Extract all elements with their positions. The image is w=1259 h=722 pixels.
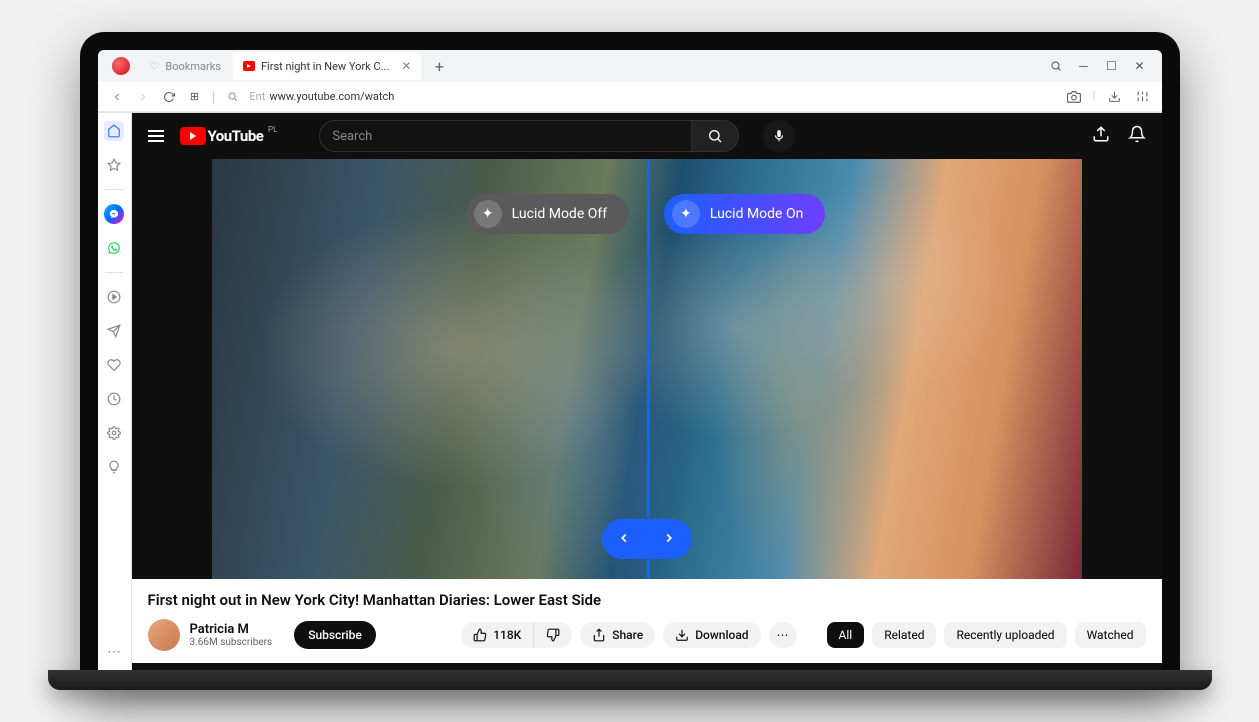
sidebar-whatsapp-icon[interactable]: [104, 238, 124, 258]
chip-related[interactable]: Related: [872, 622, 936, 648]
opera-logo-icon[interactable]: [112, 57, 130, 75]
youtube-region: PL: [268, 125, 277, 134]
chevron-left-icon: [617, 530, 631, 549]
comparison-slider[interactable]: [602, 519, 692, 559]
channel-name: Patricia M: [190, 622, 273, 637]
video-thumbnail: ✦ Lucid Mode Off ✦ Lucid Mode On: [212, 159, 1082, 579]
chip-recent[interactable]: Recently uploaded: [944, 622, 1066, 648]
sidebar-send-icon[interactable]: [104, 321, 124, 341]
video-title: First night out in New York City! Manhat…: [148, 591, 1146, 609]
speed-dial-icon[interactable]: ⊞: [186, 88, 204, 106]
close-tab-icon[interactable]: ✕: [401, 59, 411, 73]
video-actions: 118K Share: [461, 622, 796, 648]
video-player[interactable]: ✦ Lucid Mode Off ✦ Lucid Mode On: [132, 159, 1162, 579]
laptop-frame: ♡ Bookmarks First night in New York C...…: [80, 32, 1180, 690]
download-label: Download: [695, 628, 748, 642]
sidebar-more-icon[interactable]: ⋯: [104, 642, 124, 662]
like-dislike-group: 118K: [461, 622, 572, 648]
more-actions-button[interactable]: ⋯: [769, 622, 797, 648]
youtube-header: YouTube PL Search: [132, 113, 1162, 159]
sidebar-separator: [105, 189, 123, 190]
search-button[interactable]: [691, 120, 739, 152]
sidebar-heart-icon[interactable]: [104, 355, 124, 375]
youtube-page: YouTube PL Search: [132, 113, 1162, 670]
voice-search-button[interactable]: [763, 120, 795, 152]
chip-all[interactable]: All: [827, 622, 865, 648]
easy-setup-icon[interactable]: [1134, 88, 1152, 106]
sparkle-icon: ✦: [474, 200, 502, 228]
filter-chips: All Related Recently uploaded Watched: [827, 622, 1146, 648]
download-button[interactable]: Download: [663, 622, 760, 648]
like-button[interactable]: 118K: [461, 622, 534, 648]
lucid-off-label: Lucid Mode Off: [512, 206, 607, 222]
upload-icon[interactable]: [1092, 125, 1110, 147]
sidebar-history-icon[interactable]: [104, 389, 124, 409]
window-controls: ─ ☐ ✕: [1044, 54, 1156, 78]
channel-info[interactable]: Patricia M 3.66M subscribers: [148, 619, 273, 651]
comparison-divider: [647, 159, 650, 579]
new-tab-button[interactable]: +: [427, 57, 451, 76]
content-area: ⋯ YouTube PL Search: [98, 113, 1162, 670]
youtube-favicon-icon: [243, 61, 255, 71]
video-meta-row: Patricia M 3.66M subscribers Subscribe 1…: [148, 619, 1146, 651]
share-label: Share: [612, 628, 643, 642]
youtube-search: Search: [319, 120, 739, 152]
tabs-row: ♡ Bookmarks First night in New York C...…: [98, 50, 1162, 82]
youtube-logo[interactable]: YouTube PL: [180, 127, 264, 145]
chevron-right-icon: [662, 530, 676, 549]
forward-button[interactable]: [134, 88, 152, 106]
close-window-button[interactable]: ✕: [1128, 54, 1152, 78]
hamburger-icon[interactable]: [148, 130, 164, 142]
dislike-button[interactable]: [534, 622, 572, 648]
url-text: www.youtube.com/watch: [269, 90, 394, 103]
sidebar-messenger-icon[interactable]: [104, 204, 124, 224]
download-browser-icon[interactable]: [1106, 88, 1124, 106]
lucid-on-pill: ✦ Lucid Mode On: [664, 194, 825, 234]
channel-avatar: [148, 619, 180, 651]
lucid-on-label: Lucid Mode On: [710, 206, 803, 222]
tab-title: First night in New York C...: [261, 60, 389, 73]
sidebar-home-icon[interactable]: [104, 121, 124, 141]
video-section: ✦ Lucid Mode Off ✦ Lucid Mode On: [132, 159, 1162, 670]
search-input[interactable]: Search: [319, 120, 691, 152]
opera-sidebar: ⋯: [98, 113, 132, 670]
sparkle-icon: ✦: [672, 200, 700, 228]
search-browser-icon[interactable]: [1044, 54, 1068, 78]
sidebar-star-icon[interactable]: [104, 155, 124, 175]
browser-chrome: ♡ Bookmarks First night in New York C...…: [98, 50, 1162, 113]
notifications-icon[interactable]: [1128, 125, 1146, 147]
camera-icon[interactable]: [1065, 88, 1083, 106]
bookmarks-tab[interactable]: ♡ Bookmarks: [138, 52, 233, 80]
bookmarks-label: Bookmarks: [165, 60, 221, 73]
like-count: 118K: [493, 628, 521, 642]
address-bar-row: ⊞ | Ent www.youtube.com/watch |: [98, 82, 1162, 112]
search-url-icon[interactable]: [223, 88, 241, 106]
subscriber-count: 3.66M subscribers: [190, 637, 273, 648]
lucid-off-pill: ✦ Lucid Mode Off: [466, 194, 629, 234]
sidebar-separator: [105, 272, 123, 273]
youtube-play-icon: [180, 127, 206, 145]
reload-button[interactable]: [160, 88, 178, 106]
video-info-section: First night out in New York City! Manhat…: [132, 579, 1162, 663]
chip-watched[interactable]: Watched: [1075, 622, 1146, 648]
subscribe-button[interactable]: Subscribe: [294, 621, 376, 649]
back-button[interactable]: [108, 88, 126, 106]
sidebar-bulb-icon[interactable]: [104, 457, 124, 477]
screen: ♡ Bookmarks First night in New York C...…: [98, 50, 1162, 670]
share-button[interactable]: Share: [580, 622, 655, 648]
youtube-logo-text: YouTube: [208, 127, 264, 145]
sidebar-player-icon[interactable]: [104, 287, 124, 307]
url-prefix: Ent: [249, 90, 265, 103]
maximize-button[interactable]: ☐: [1100, 54, 1124, 78]
laptop-base: [48, 670, 1212, 690]
active-tab[interactable]: First night in New York C... ✕: [233, 52, 421, 80]
address-bar[interactable]: Ent www.youtube.com/watch: [249, 90, 1056, 103]
minimize-button[interactable]: ─: [1072, 54, 1096, 78]
heart-icon: ♡: [150, 60, 160, 73]
sidebar-settings-icon[interactable]: [104, 423, 124, 443]
